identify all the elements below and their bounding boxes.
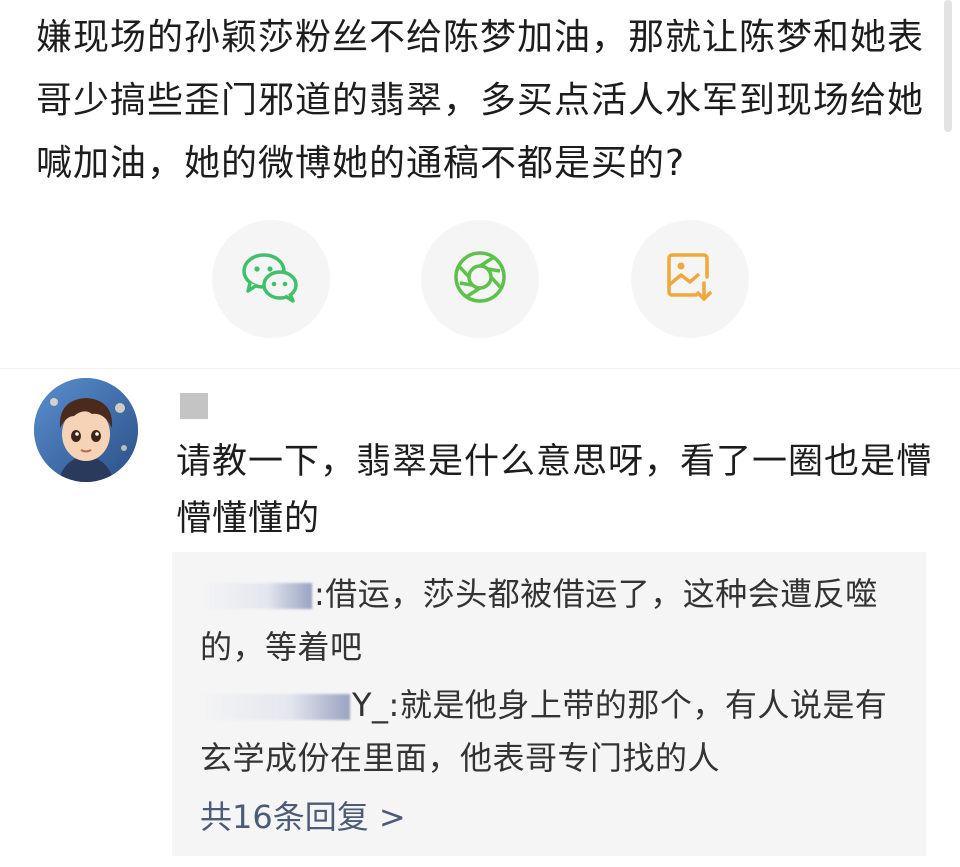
divider bbox=[0, 368, 960, 369]
reply-item[interactable]: Y_:就是他身上带的那个，有人说是有玄学成份在里面，他表哥专门找的人 bbox=[200, 679, 900, 785]
comment-text: 请教一下，翡翠是什么意思呀，看了一圈也是懵懵懂懂的 bbox=[176, 442, 933, 539]
share-row bbox=[0, 220, 960, 340]
reply-box[interactable]: :借运，莎头都被借运了，这种会遭反噬的，等着吧 Y_:就是他身上带的那个，有人说… bbox=[172, 552, 926, 856]
reply-item[interactable]: :借运，莎头都被借运了，这种会遭反噬的，等着吧 bbox=[200, 568, 900, 674]
view-all-replies-link[interactable]: 共16条回复 > bbox=[200, 792, 406, 842]
save-image-icon bbox=[666, 251, 714, 307]
reply-username[interactable]: : bbox=[314, 575, 325, 613]
moments-icon bbox=[452, 249, 508, 309]
reply-username-redacted[interactable] bbox=[200, 694, 350, 720]
share-moments-button[interactable] bbox=[421, 220, 539, 338]
avatar[interactable] bbox=[34, 378, 138, 482]
share-wechat-button[interactable] bbox=[212, 220, 330, 338]
reply-username-redacted[interactable] bbox=[200, 583, 312, 609]
wechat-icon bbox=[240, 250, 302, 308]
save-image-button[interactable] bbox=[631, 220, 749, 338]
username-redacted[interactable] bbox=[180, 393, 208, 419]
post-text: 嫌现场的孙颖莎粉丝不给陈梦加油，那就让陈梦和她表哥少搞些歪门邪道的翡翠，多买点活… bbox=[36, 17, 925, 184]
scrollbar[interactable] bbox=[944, 0, 952, 132]
reply-username[interactable]: Y_: bbox=[352, 686, 400, 724]
